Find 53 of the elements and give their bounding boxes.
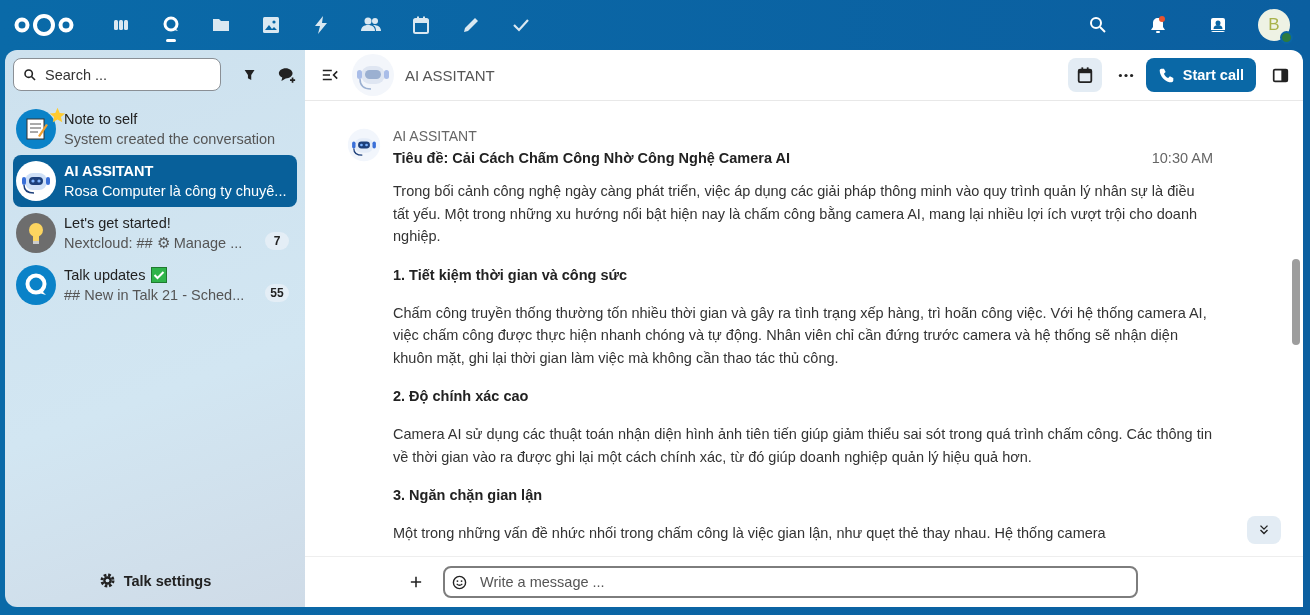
- message-title: Tiêu đề: Cải Cách Chấm Công Nhờ Công Nghệ Camera AI: [393, 150, 791, 166]
- message-author: AI ASSITANT: [393, 127, 478, 146]
- notepad-avatar-icon: [16, 109, 56, 149]
- conversation-item[interactable]: Note to self System created the conversation: [13, 103, 297, 155]
- lightbulb-avatar-icon: [16, 213, 56, 253]
- message-time: 10:30 AM: [1151, 150, 1213, 166]
- double-chevron-down-icon: [1257, 523, 1271, 537]
- filter-icon[interactable]: [243, 67, 257, 82]
- search-field[interactable]: Search ...: [13, 58, 221, 91]
- scroll-to-bottom-button[interactable]: [1247, 516, 1281, 544]
- conversation-preview: System created the conversation: [64, 130, 276, 148]
- talk-settings-button[interactable]: Talk settings: [90, 568, 220, 593]
- conversation-name: Talk updates: [64, 266, 146, 284]
- robot-avatar-icon: [347, 128, 381, 162]
- message-paragraph: Chấm công truyền thống thường tốn nhiều thời gian và gây ra tình trạng xếp hàng, trì hoãn công việc. Với hệ thống camera AI, việc chấm công được thực hiện nhanh chóng và tự động. Nhân viên chỉ cần đứng trước camera và hệ thống sẽ nhận diện khuôn mặt, ghi lại thời gian làm việc mà không cần thao tác thủ công.: [393, 303, 1208, 368]
- contacts-card-icon[interactable]: [1208, 15, 1228, 35]
- message-heading: 3. Ngăn chặn gian lận: [393, 486, 544, 505]
- unread-count: 7: [265, 232, 289, 250]
- settings-icon: [98, 572, 116, 589]
- conversation-name: Let's get started!: [64, 214, 171, 232]
- robot-avatar-icon: [16, 161, 56, 201]
- conversation-name: Note to self: [64, 110, 138, 128]
- unread-count: 55: [265, 284, 289, 302]
- phone-icon: [1157, 66, 1175, 84]
- calendar-button[interactable]: [1067, 58, 1102, 92]
- robot-avatar-icon: [351, 53, 395, 97]
- add-attachment-icon[interactable]: [410, 576, 422, 588]
- notification-bell-icon[interactable]: [1148, 15, 1168, 35]
- chat-logo-avatar-icon: [16, 265, 56, 305]
- conversation-item[interactable]: Let's get started! Nextcloud: ## ⚙ Manage ... 7: [13, 207, 297, 259]
- conversation-item[interactable]: AI ASSITANT Rosa Computer là công ty chuyê...: [13, 155, 297, 207]
- cloud-logo-icon[interactable]: [13, 12, 75, 38]
- message-heading: 2. Độ chính xác cao: [393, 387, 530, 406]
- message-paragraph: Camera AI sử dụng các thuật toán nhận diện hình ảnh tiên tiến giúp giảm thiểu sai sót trong quá trình chấm công. Các thông tin về thời gian vào ra được ghi lại một cách chính xác, từ đó giúp doanh nghiệp quản lý hiệu quả hơn.: [393, 425, 1213, 467]
- conversation-title: AI ASSITANT: [405, 66, 495, 84]
- search-icon: [23, 68, 37, 82]
- emoji-icon[interactable]: [452, 574, 467, 590]
- new-conversation-icon[interactable]: [278, 65, 297, 84]
- conversation-name: AI ASSITANT: [64, 162, 154, 180]
- search-icon[interactable]: [1088, 15, 1108, 35]
- check-mark-icon: [151, 267, 168, 283]
- message-paragraph: Một trong những vấn đề nhức nhối trong chấm công là việc gian lận, như quẹt thẻ thay nhau. Hệ thống camera: [393, 524, 1107, 543]
- conversation-item[interactable]: Talk updates ## New in Talk 21 - Sched... 55: [13, 259, 297, 311]
- message-paragraph: Trong bối cảnh công nghệ ngày càng phát triển, việc áp dụng các giải pháp thông minh vào quy trình quản lý nhân sự là điều tất yếu. Một trong những xu hướng nổi bật hiện nay là chấm công bằng camera AI, mang lại nhiều lợi ích vượt trội cho doanh nghiệp.: [393, 182, 1199, 246]
- message-heading: 1. Tiết kiệm thời gian và công sức: [393, 265, 629, 285]
- sidebar-toggle-icon[interactable]: [1272, 66, 1289, 84]
- calendar-icon: [1075, 66, 1094, 84]
- message-input[interactable]: Write a message ...: [443, 566, 1138, 598]
- more-options-icon[interactable]: [1117, 72, 1134, 78]
- conversation-preview: Nextcloud: ## ⚙ Manage ...: [64, 234, 243, 252]
- conversation-preview: ## New in Talk 21 - Sched...: [64, 286, 245, 304]
- conversation-preview: Rosa Computer là công ty chuyê...: [64, 182, 287, 200]
- start-call-button[interactable]: Start call: [1145, 58, 1256, 92]
